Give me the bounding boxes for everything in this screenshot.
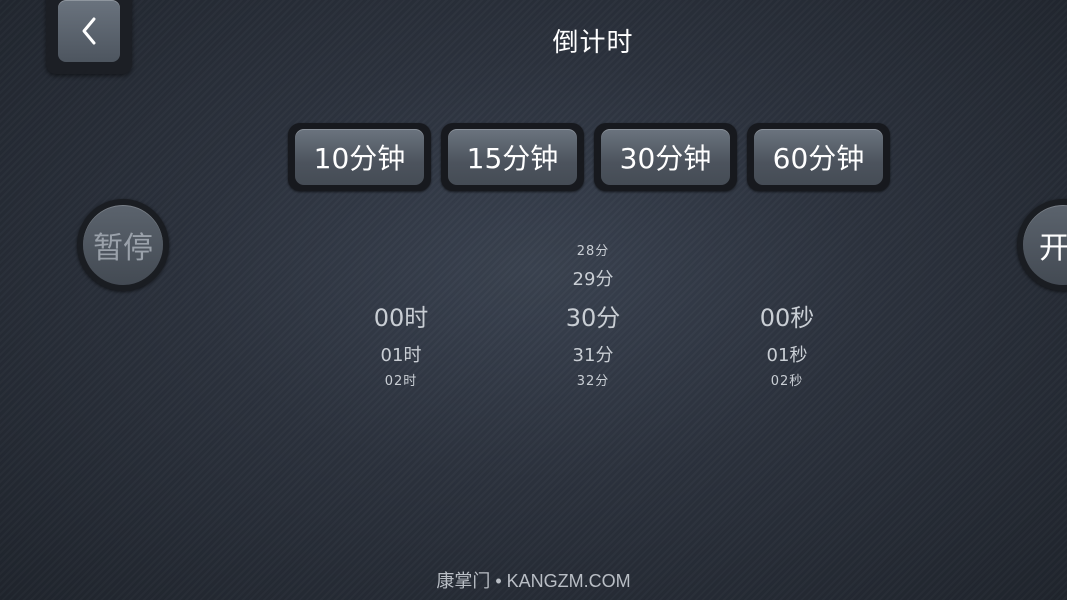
hour-option[interactable]: 02时: [331, 370, 471, 389]
preset-30-button[interactable]: 30分钟: [601, 129, 730, 185]
watermark-text: 康掌门 • KANGZM.COM: [436, 571, 631, 591]
preset-30-frame: 30分钟: [594, 123, 737, 191]
second-picker[interactable]: 00秒 01秒 02秒: [717, 236, 857, 396]
second-option[interactable]: 01秒: [717, 341, 857, 367]
minute-option[interactable]: 28分: [523, 240, 663, 259]
minute-option[interactable]: 31分: [523, 341, 663, 367]
preset-buttons: 10分钟 15分钟 30分钟 60分钟: [288, 123, 890, 191]
hour-selected-value[interactable]: 00时: [331, 298, 471, 333]
preset-10-frame: 10分钟: [288, 123, 431, 191]
preset-60-frame: 60分钟: [747, 123, 890, 191]
hour-option[interactable]: 01时: [331, 341, 471, 367]
preset-60-button[interactable]: 60分钟: [754, 129, 883, 185]
minute-picker[interactable]: 28分 29分 30分 31分 32分: [523, 236, 663, 396]
minute-option[interactable]: 32分: [523, 370, 663, 389]
hour-picker[interactable]: 00时 01时 02时: [331, 236, 471, 396]
pause-button-frame: 暂停: [77, 199, 169, 291]
minute-selected-value[interactable]: 30分: [523, 298, 663, 333]
start-button[interactable]: 开始: [1023, 205, 1067, 285]
second-option[interactable]: 02秒: [717, 370, 857, 389]
minute-option[interactable]: 29分: [523, 265, 663, 291]
page-title: 倒计时: [552, 28, 634, 58]
preset-15-frame: 15分钟: [441, 123, 584, 191]
pause-button[interactable]: 暂停: [83, 205, 163, 285]
start-button-frame: 开始: [1017, 199, 1067, 291]
second-selected-value[interactable]: 00秒: [717, 298, 857, 333]
preset-10-button[interactable]: 10分钟: [295, 129, 424, 185]
preset-15-button[interactable]: 15分钟: [448, 129, 577, 185]
